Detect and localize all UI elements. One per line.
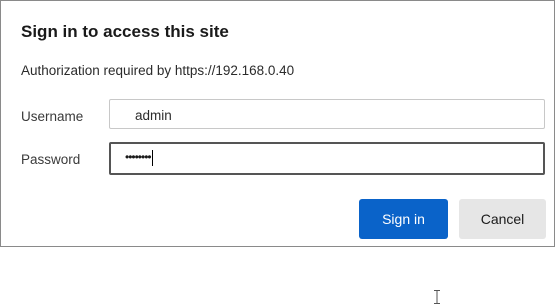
password-input[interactable]: •••••••• — [109, 142, 545, 304]
password-value: •••••••• — [125, 150, 153, 166]
password-label: Password — [21, 152, 81, 167]
sign-in-dialog: Sign in to access this site Authorizatio… — [0, 0, 555, 304]
text-caret — [151, 150, 153, 166]
username-input[interactable]: admin — [109, 99, 545, 129]
dialog-title: Sign in to access this site — [21, 22, 229, 41]
sign-in-button[interactable]: Sign in — [359, 199, 448, 239]
password-masked-text: •••••••• — [125, 150, 152, 165]
username-label: Username — [21, 109, 84, 124]
dialog-subtitle: Authorization required by https://192.16… — [21, 63, 295, 78]
cancel-button[interactable]: Cancel — [459, 199, 546, 239]
text-ibeam-cursor-icon — [434, 290, 440, 304]
username-value: admin — [135, 108, 172, 123]
